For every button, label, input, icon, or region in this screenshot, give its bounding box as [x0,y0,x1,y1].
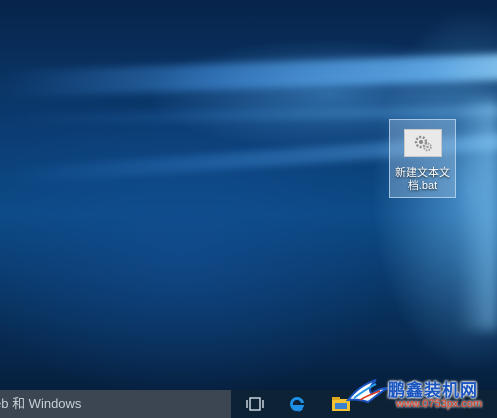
edge-browser-icon [290,396,304,412]
wallpaper-glow [457,100,497,330]
edge-taskbar-button[interactable] [280,390,314,418]
desktop-background[interactable]: 新建文本文档.bat [0,0,497,390]
bird-logo-icon [346,379,389,404]
wallpaper-light-beam [0,52,497,98]
batch-file-gear-icon [403,129,442,157]
watermark-url: www.0753px.com [396,398,483,410]
search-box[interactable]: eb 和 Windows [0,390,231,418]
desktop-icon-bat-file[interactable]: 新建文本文档.bat [389,119,456,198]
site-watermark: 鹏鑫装机网 www.0753px.com [346,374,497,418]
desktop-icon-label: 新建文本文档.bat [395,167,450,192]
task-view-icon [246,397,264,411]
task-view-button[interactable] [240,390,270,418]
